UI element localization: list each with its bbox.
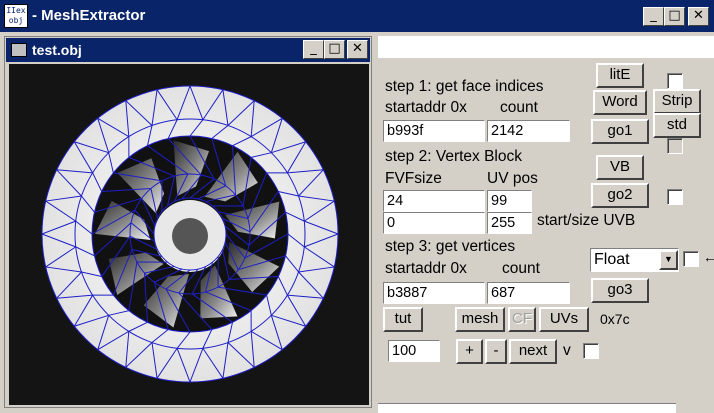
child-window-icon (11, 43, 27, 57)
v-label: v (561, 342, 573, 360)
step3-count-label: count (500, 260, 542, 278)
fvfsize-input[interactable]: 24 (383, 190, 485, 212)
chevron-down-icon[interactable]: ▼ (659, 250, 678, 270)
tut-button[interactable]: tut (383, 307, 423, 332)
step3-startaddr-label: startaddr 0x (383, 260, 469, 278)
mesh-render (41, 85, 339, 383)
strip-button[interactable]: Strip (653, 89, 701, 114)
step1-label: step 1: get face indices (383, 78, 546, 96)
arrow-left-icon: ← (703, 249, 714, 265)
go2-button[interactable]: go2 (591, 183, 649, 208)
uvpos-label: UV pos (485, 170, 540, 188)
maximize-button[interactable]: □ (664, 7, 685, 26)
go3-button[interactable]: go3 (591, 278, 649, 303)
fvfsize-label: FVFsize (383, 170, 444, 188)
step3-count-input[interactable]: 687 (487, 282, 570, 304)
go2-checkbox[interactable] (667, 189, 683, 205)
step3-startaddr-input[interactable]: b3887 (383, 282, 485, 304)
child-title: test.obj (32, 42, 82, 58)
panel-top-strip (378, 36, 714, 58)
step3-label: step 3: get vertices (383, 238, 518, 256)
next-button[interactable]: next (509, 339, 557, 364)
lite-button[interactable]: litE (596, 63, 644, 88)
app-icon: IIex obj (4, 4, 28, 28)
child-minimize-button[interactable]: _ (303, 40, 324, 59)
hex-label: 0x7c (598, 311, 632, 327)
minimize-button[interactable]: _ (643, 7, 664, 26)
minus-button[interactable]: - (485, 339, 507, 364)
status-strip (378, 403, 676, 413)
strip-checkbox[interactable] (667, 73, 683, 89)
std-checkbox[interactable] (667, 138, 683, 154)
uvb-size-input[interactable]: 255 (487, 212, 532, 234)
uvpos-input[interactable]: 99 (487, 190, 532, 212)
uvs-button[interactable]: UVs (539, 307, 589, 332)
step2-label: step 2: Vertex Block (383, 148, 524, 166)
app-title: - MeshExtractor (32, 7, 146, 24)
uvb-start-input[interactable]: 0 (383, 212, 485, 234)
v-checkbox[interactable] (583, 343, 599, 359)
child-maximize-button[interactable]: □ (324, 40, 345, 59)
uvb-label: start/size UVB (535, 212, 638, 230)
step-input[interactable]: 100 (388, 340, 440, 362)
float-checkbox[interactable] (683, 251, 699, 267)
vb-button[interactable]: VB (596, 155, 644, 180)
word-button[interactable]: Word (593, 90, 647, 115)
go1-button[interactable]: go1 (591, 119, 649, 144)
close-button[interactable]: ✕ (688, 7, 709, 26)
hub-center (172, 218, 208, 254)
plus-button[interactable]: + (456, 339, 483, 364)
step1-count-label: count (498, 99, 540, 117)
step1-startaddr-label: startaddr 0x (383, 99, 469, 117)
cf-button[interactable]: CF (508, 307, 536, 332)
mesh-viewport[interactable] (9, 64, 369, 405)
mesh-button[interactable]: mesh (455, 307, 505, 332)
type-select-value: Float (594, 251, 630, 268)
step1-count-input[interactable]: 2142 (487, 120, 570, 142)
step1-startaddr-input[interactable]: b993f (383, 120, 485, 142)
child-close-button[interactable]: ✕ (347, 40, 368, 59)
std-button[interactable]: std (653, 113, 701, 138)
